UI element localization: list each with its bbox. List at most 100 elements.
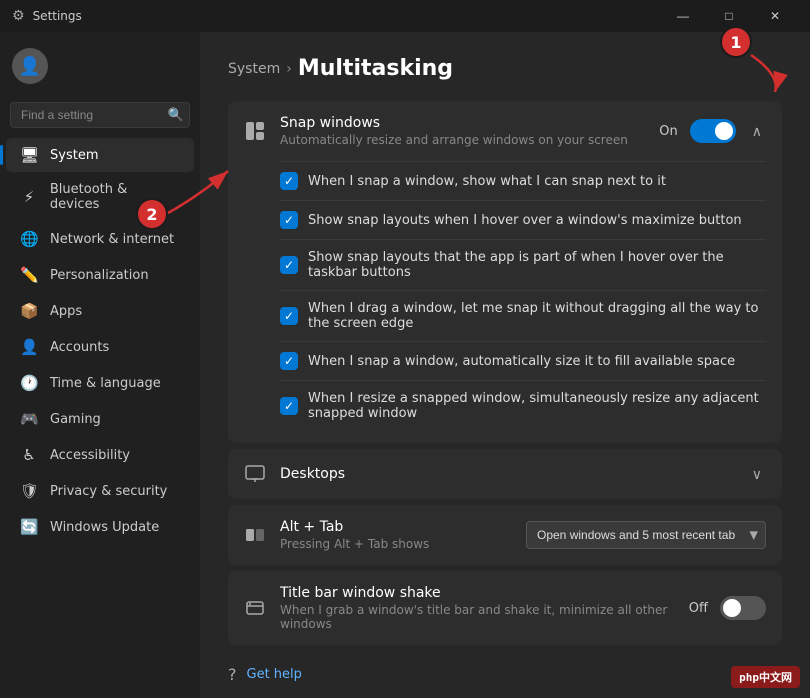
- titlebar-shake-title: Title bar window shake: [280, 585, 689, 601]
- titlebar-shake-icon: [244, 597, 266, 619]
- sidebar-item-bluetooth-label: Bluetooth & devices: [50, 182, 180, 212]
- maximize-button[interactable]: □: [706, 0, 752, 32]
- alt-tab-section: Alt + Tab Pressing Alt + Tab shows Open …: [228, 505, 782, 565]
- snap-option-2-checkbox[interactable]: ✓: [280, 256, 298, 274]
- snap-windows-controls: On ∧: [659, 119, 766, 143]
- snap-windows-section: Snap windows Automatically resize and ar…: [228, 101, 782, 443]
- snap-option-1[interactable]: ✓ Show snap layouts when I hover over a …: [280, 200, 766, 239]
- snap-option-0[interactable]: ✓ When I snap a window, show what I can …: [280, 161, 766, 200]
- personalization-icon: ✏️: [20, 266, 38, 284]
- snap-option-4[interactable]: ✓ When I snap a window, automatically si…: [280, 341, 766, 380]
- app-title: Settings: [33, 9, 82, 23]
- footer-links: ? Get help 💬 Give feedback: [228, 661, 782, 698]
- breadcrumb-separator: ›: [286, 61, 292, 77]
- sidebar-item-bluetooth[interactable]: ⚡ Bluetooth & devices: [6, 174, 194, 220]
- snap-option-0-text: When I snap a window, show what I can sn…: [308, 174, 666, 189]
- snap-toggle-label: On: [659, 124, 677, 139]
- search-box[interactable]: 🔍: [10, 102, 190, 128]
- alt-tab-text: Alt + Tab Pressing Alt + Tab shows: [280, 519, 429, 551]
- titlebar-shake-toggle-label: Off: [689, 601, 708, 616]
- desktops-header[interactable]: Desktops ∨: [228, 449, 782, 499]
- sidebar-item-network-label: Network & internet: [50, 232, 174, 247]
- sidebar-item-time[interactable]: 🕐 Time & language: [6, 366, 194, 400]
- snap-option-5[interactable]: ✓ When I resize a snapped window, simult…: [280, 380, 766, 431]
- sidebar-item-system-label: System: [50, 148, 98, 163]
- sidebar-item-personalization[interactable]: ✏️ Personalization: [6, 258, 194, 292]
- snap-option-1-checkbox[interactable]: ✓: [280, 211, 298, 229]
- snap-option-3-text: When I drag a window, let me snap it wit…: [308, 301, 766, 331]
- sidebar-item-windowsupdate-label: Windows Update: [50, 520, 159, 535]
- snap-windows-header: Snap windows Automatically resize and ar…: [228, 101, 782, 161]
- accessibility-icon: ♿: [20, 446, 38, 464]
- desktops-icon: [244, 463, 266, 485]
- sidebar-item-time-label: Time & language: [50, 376, 161, 391]
- get-help-icon: ?: [228, 665, 237, 684]
- page-header: System › Multitasking: [228, 56, 782, 81]
- breadcrumb-current: Multitasking: [298, 56, 453, 81]
- give-feedback-link[interactable]: 💬 Give feedback: [228, 694, 782, 698]
- snap-windows-chevron[interactable]: ∧: [748, 121, 766, 142]
- alt-tab-dropdown[interactable]: Open windows and 5 most recent tabs in M…: [526, 521, 766, 549]
- php-badge: php中文网: [731, 666, 800, 688]
- close-button[interactable]: ✕: [752, 0, 798, 32]
- minimize-button[interactable]: —: [660, 0, 706, 32]
- sidebar-item-network[interactable]: 🌐 Network & internet: [6, 222, 194, 256]
- sidebar-item-apps-label: Apps: [50, 304, 82, 319]
- sidebar-item-accounts-label: Accounts: [50, 340, 109, 355]
- sidebar-item-privacy[interactable]: 🛡 Privacy & security: [6, 474, 194, 508]
- snap-windows-icon: [244, 120, 266, 142]
- titlebar-shake-row: Title bar window shake When I grab a win…: [228, 571, 782, 645]
- titlebar-shake-text: Title bar window shake When I grab a win…: [280, 585, 689, 631]
- search-input[interactable]: [10, 102, 190, 128]
- desktops-chevron[interactable]: ∨: [748, 464, 766, 485]
- desktops-title: Desktops: [280, 466, 345, 482]
- accounts-icon: 👤: [20, 338, 38, 356]
- titlebar-shake-toggle[interactable]: [720, 596, 766, 620]
- alt-tab-left: Alt + Tab Pressing Alt + Tab shows: [244, 519, 429, 551]
- sidebar-item-gaming[interactable]: 🎮 Gaming: [6, 402, 194, 436]
- gaming-icon: 🎮: [20, 410, 38, 428]
- snap-option-1-text: Show snap layouts when I hover over a wi…: [308, 213, 742, 228]
- sidebar-item-accessibility[interactable]: ♿ Accessibility: [6, 438, 194, 472]
- snap-option-3[interactable]: ✓ When I drag a window, let me snap it w…: [280, 290, 766, 341]
- snap-option-5-checkbox[interactable]: ✓: [280, 397, 298, 415]
- sidebar: 👤 🔍 🖥 System ⚡ Bluetooth & devices 🌐 Net…: [0, 32, 200, 698]
- settings-app-icon: ⚙: [12, 8, 25, 24]
- title-bar: ⚙ Settings — □ ✕: [0, 0, 810, 32]
- main-content: System › Multitasking Snap wi: [200, 32, 810, 698]
- search-icon[interactable]: 🔍: [168, 107, 184, 123]
- sidebar-item-system[interactable]: 🖥 System: [6, 138, 194, 172]
- titlebar-shake-controls: Off: [689, 596, 766, 620]
- snap-option-2-text: Show snap layouts that the app is part o…: [308, 250, 766, 280]
- alt-tab-row: Alt + Tab Pressing Alt + Tab shows Open …: [228, 505, 782, 565]
- snap-toggle[interactable]: [690, 119, 736, 143]
- network-icon: 🌐: [20, 230, 38, 248]
- breadcrumb-parent: System: [228, 61, 280, 77]
- sidebar-item-windowsupdate[interactable]: 🔄 Windows Update: [6, 510, 194, 544]
- snap-option-2[interactable]: ✓ Show snap layouts that the app is part…: [280, 239, 766, 290]
- alt-tab-dropdown-wrap: Open windows and 5 most recent tabs in M…: [526, 521, 766, 549]
- avatar: 👤: [12, 48, 48, 84]
- desktops-section: Desktops ∨: [228, 449, 782, 499]
- titlebar-shake-toggle-thumb: [723, 599, 741, 617]
- get-help-link[interactable]: ? Get help: [228, 661, 782, 688]
- snap-windows-header-left: Snap windows Automatically resize and ar…: [244, 115, 628, 147]
- sidebar-item-privacy-label: Privacy & security: [50, 484, 167, 499]
- snap-option-3-checkbox[interactable]: ✓: [280, 307, 298, 325]
- sidebar-item-accessibility-label: Accessibility: [50, 448, 130, 463]
- titlebar-shake-subtitle: When I grab a window's title bar and sha…: [280, 603, 689, 631]
- sidebar-item-accounts[interactable]: 👤 Accounts: [6, 330, 194, 364]
- snap-windows-title: Snap windows: [280, 115, 628, 131]
- get-help-label: Get help: [247, 667, 302, 682]
- sidebar-item-gaming-label: Gaming: [50, 412, 101, 427]
- title-bar-controls: — □ ✕: [660, 0, 798, 32]
- snap-option-0-checkbox[interactable]: ✓: [280, 172, 298, 190]
- snap-option-5-text: When I resize a snapped window, simultan…: [308, 391, 766, 421]
- alt-tab-icon: [244, 524, 266, 546]
- sidebar-item-apps[interactable]: 📦 Apps: [6, 294, 194, 328]
- snap-option-4-text: When I snap a window, automatically size…: [308, 354, 735, 369]
- snap-option-4-checkbox[interactable]: ✓: [280, 352, 298, 370]
- system-icon: 🖥: [20, 146, 38, 164]
- apps-icon: 📦: [20, 302, 38, 320]
- snap-windows-text: Snap windows Automatically resize and ar…: [280, 115, 628, 147]
